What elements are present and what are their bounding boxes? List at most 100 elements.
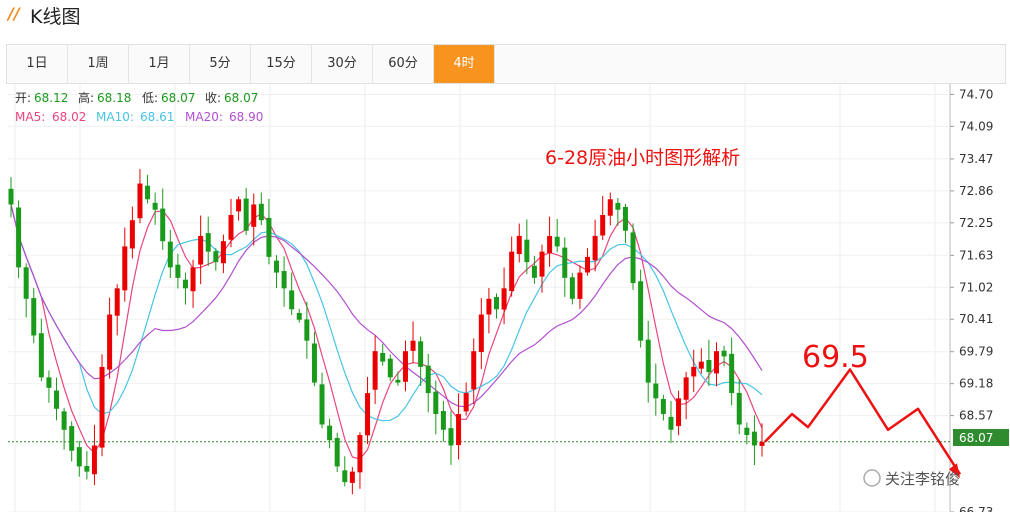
candle-body [114,288,120,316]
candle-body [516,235,522,254]
candle-body [220,241,226,264]
candle-body [76,447,82,467]
y-tick-label: 70.41 [959,312,993,326]
candle-body [349,471,355,483]
annotation-label: 69.5 [802,340,869,375]
info-low: 68.07 [161,91,195,105]
candle-body [228,214,234,240]
candle-body [600,214,606,236]
y-tick-label: 73.47 [959,152,993,166]
candle-body [463,393,469,412]
projection-line [764,368,962,475]
info-high: 68.18 [97,91,131,105]
candle-body [493,297,499,310]
candle-body [190,267,196,292]
candle-body [380,352,386,362]
candle-body [319,384,325,425]
tab-1m[interactable]: 1月 [129,45,190,83]
tab-1w[interactable]: 1周 [68,45,129,83]
candle-body [759,441,765,446]
ma20-value: 68.90 [229,110,263,124]
candle-body [676,398,682,427]
candle-body [744,427,750,435]
candle-body [145,185,151,200]
y-tick-label: 71.63 [959,248,993,262]
candle-body [84,466,90,472]
candle-body [61,411,67,430]
y-tick-label: 71.02 [959,280,993,294]
candle-body [751,431,757,446]
candle-body [721,350,727,357]
candle-body [425,365,431,394]
kline-chart: 74.70 74.09 73.47 72.86 72.25 71.63 71.02 70.41… [8,84,1009,512]
candle-body [410,340,416,351]
candle-body [69,426,75,451]
candle-body [577,272,583,299]
candle-body [433,391,439,415]
candle-body [357,434,363,473]
candle-body [418,341,424,367]
candle-body [471,351,477,390]
candle-body [213,251,219,263]
candle-body [615,202,621,210]
candle-body [289,290,295,310]
candle-body [440,411,446,430]
candle-body [478,314,484,353]
candle-body [387,358,393,378]
candle-body [531,265,537,278]
candle-body [274,260,280,273]
tab-15min[interactable]: 15分 [251,45,312,83]
candle-body [691,366,697,377]
candle-body [334,437,340,467]
ma5-value: 68.02 [52,110,86,124]
candle-body [402,351,408,382]
ma5-label: MA5: [15,110,45,124]
candle-body [266,217,272,257]
chart-grid [8,84,951,512]
current-price-value: 68.07 [959,431,993,445]
ma10-label: MA10: [96,110,134,124]
ma-line-ma10 [10,204,763,422]
info-low-label: 低: [142,91,158,105]
candle-body [243,198,249,231]
candle-body [311,343,317,383]
tab-1d[interactable]: 1日 [7,45,68,83]
candle-body [645,339,651,383]
page-title: K线图 [30,6,81,28]
candle-body [554,236,560,247]
info-high-label: 高: [78,90,94,105]
tab-30min[interactable]: 30分 [312,45,373,83]
candle-body [501,288,507,310]
tab-4h[interactable]: 4时 [434,45,495,83]
ma10-value: 68.61 [140,110,174,124]
candle-body [54,390,60,409]
candle-body [8,188,14,205]
candle-body [175,264,181,278]
info-open: 68.12 [34,91,68,105]
candle-body [539,251,545,277]
moving-averages [10,204,763,460]
candle-body [509,251,515,292]
candle-body [327,425,333,441]
candle-body [281,271,287,289]
candle-body [107,314,113,370]
chart-title: 6-28原油小时图形解析 [545,147,740,169]
candle-body [486,298,492,315]
candle-body [122,246,128,291]
wechat-icon [863,469,881,487]
candle-body [99,366,105,448]
tab-60min[interactable]: 60分 [373,45,434,83]
y-tick-label: 74.70 [959,87,993,101]
candle-body [31,298,37,336]
candle-body [372,351,378,390]
candle-body [562,247,568,278]
tab-5min[interactable]: 5分 [190,45,251,83]
candle-body [137,183,143,219]
logo-icon: // [8,4,20,23]
candle-body [547,235,553,254]
candle-body [342,470,348,483]
candle-body [205,233,211,252]
watermark-text: 关注李铭俊 [885,470,960,488]
y-tick-label: 69.79 [959,345,993,359]
candle-body [258,203,264,221]
